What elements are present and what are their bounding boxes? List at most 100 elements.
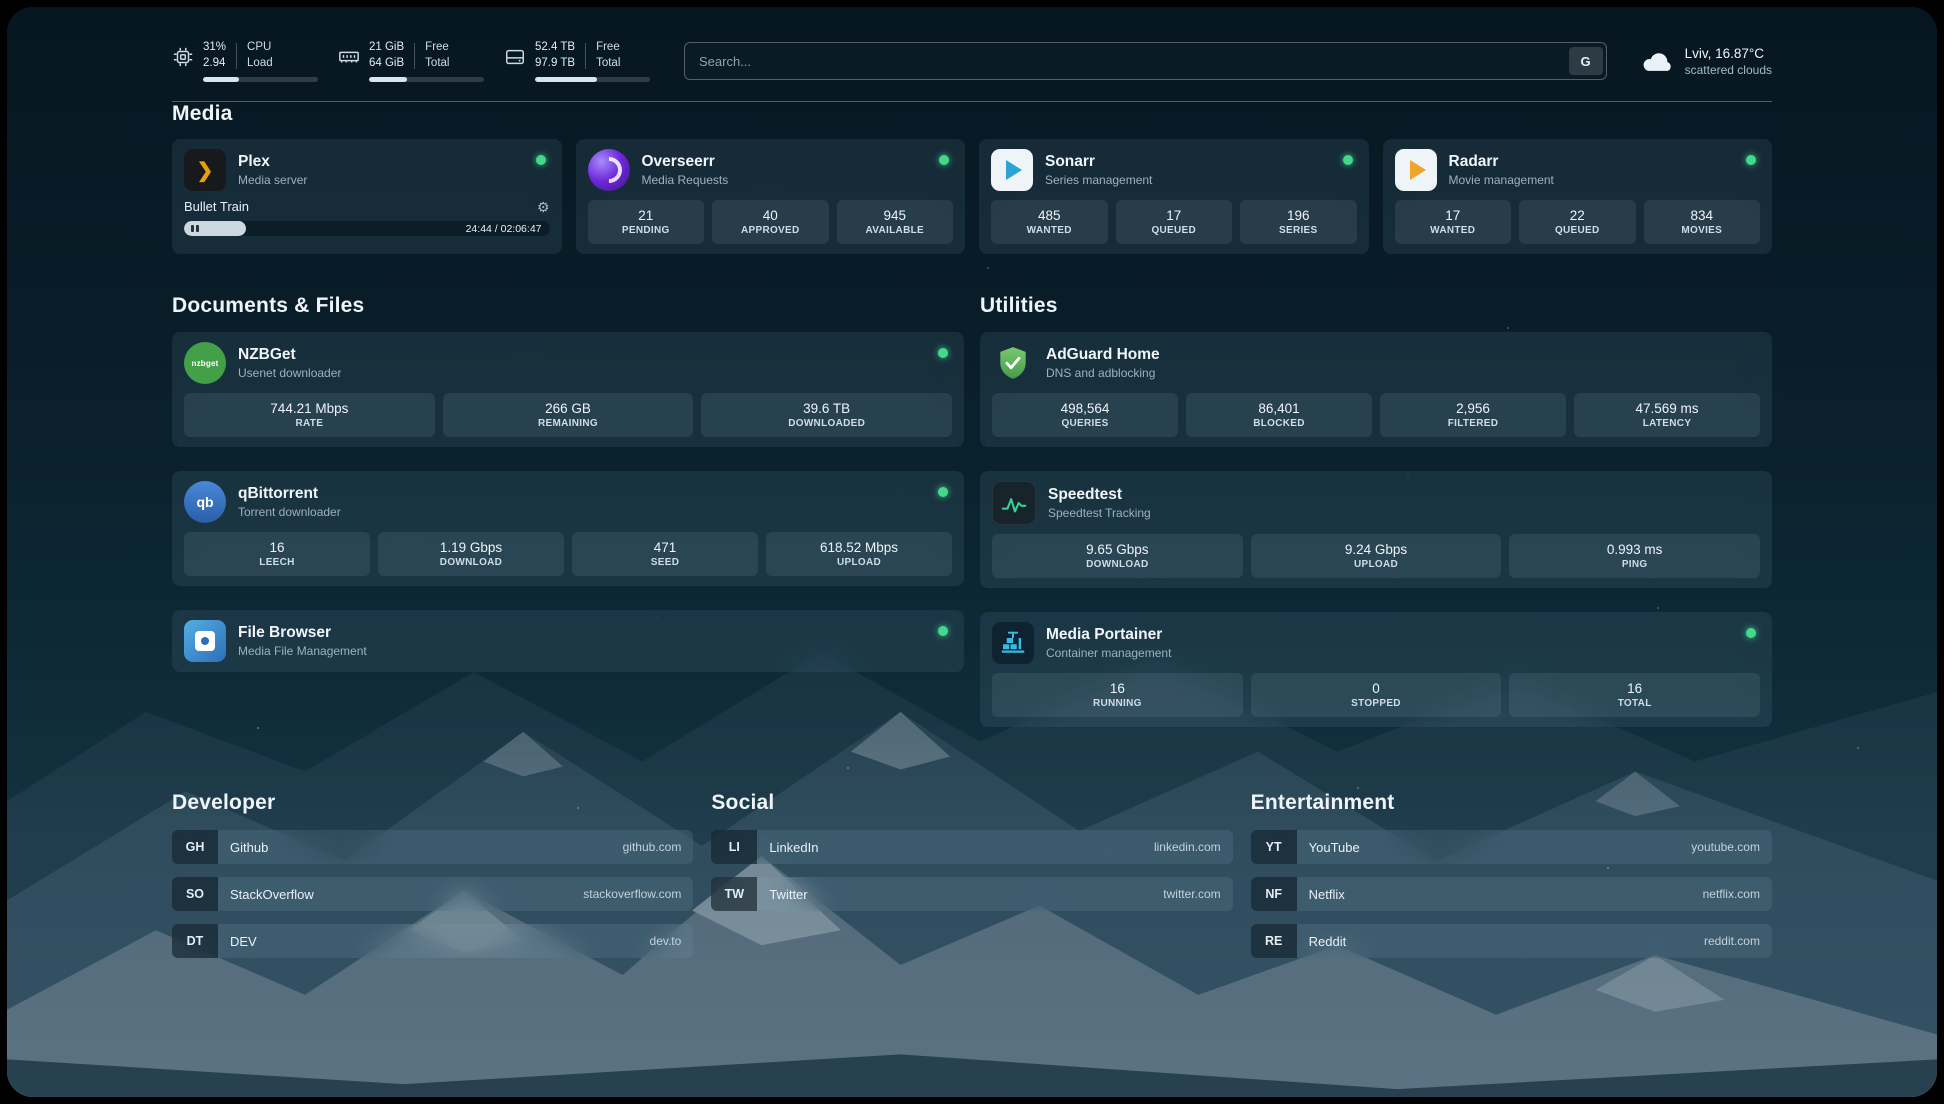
disk-free-label: Free (596, 40, 620, 56)
service-name: Speedtest (1048, 486, 1151, 504)
cpu-monitor: 31% 2.94 CPU Load (172, 40, 318, 81)
bookmark-name: Reddit (1309, 934, 1347, 949)
portainer-icon (992, 622, 1034, 664)
bookmark-url: reddit.com (1704, 934, 1760, 948)
filebrowser-icon (184, 620, 226, 662)
service-subtitle: Media Requests (642, 173, 729, 187)
bookmark-abbr: TW (711, 877, 757, 911)
search-provider-button[interactable]: G (1569, 47, 1603, 75)
disk-free-value: 52.4 TB (535, 40, 575, 56)
dashboard-window: 31% 2.94 CPU Load (7, 7, 1937, 1097)
stat-downloaded: 39.6 TBDOWNLOADED (701, 393, 952, 437)
service-subtitle: Usenet downloader (238, 366, 341, 380)
service-name: Overseerr (642, 153, 729, 171)
bookmarks-social: Social LI LinkedIn linkedin.com TW Twitt… (711, 791, 1232, 958)
weather-location: Lviv, 16.87°C (1685, 46, 1772, 61)
weather-widget[interactable]: Lviv, 16.87°C scattered clouds (1641, 46, 1772, 77)
status-dot (938, 626, 948, 636)
service-card-plex[interactable]: Plex Media server Bullet Train ⚙ 24:44 /… (172, 139, 562, 254)
overseerr-icon (588, 149, 630, 191)
bookmark-name: YouTube (1309, 840, 1360, 855)
service-card-filebrowser[interactable]: File Browser Media File Management (172, 610, 964, 672)
service-name: AdGuard Home (1046, 346, 1160, 364)
stat-pending: 21PENDING (588, 200, 705, 244)
disk-total-label: Total (596, 56, 620, 72)
service-name: File Browser (238, 624, 367, 642)
pause-button[interactable] (191, 225, 199, 232)
bookmarks-entertainment: Entertainment YT YouTube youtube.com NF … (1251, 791, 1772, 958)
bookmark-reddit[interactable]: RE Reddit reddit.com (1251, 924, 1772, 958)
bookmark-twitter[interactable]: TW Twitter twitter.com (711, 877, 1232, 911)
bookmark-url: github.com (623, 840, 682, 854)
service-name: qBittorrent (238, 485, 341, 503)
cpu-usage-percent: 31% (203, 40, 226, 56)
section-title-entertainment: Entertainment (1251, 791, 1772, 815)
bookmark-url: stackoverflow.com (583, 887, 681, 901)
service-card-nzbget[interactable]: nzbget NZBGet Usenet downloader 744.21 M… (172, 332, 964, 447)
settings-gear-icon[interactable]: ⚙ (537, 200, 550, 214)
service-card-sonarr[interactable]: Sonarr Series management 485WANTED 17QUE… (979, 139, 1369, 254)
divider (236, 43, 237, 69)
cpu-label: CPU (247, 40, 273, 56)
service-card-radarr[interactable]: Radarr Movie management 17WANTED 22QUEUE… (1383, 139, 1773, 254)
service-subtitle: Media File Management (238, 644, 367, 658)
cloud-icon (1641, 48, 1675, 74)
speedtest-icon (992, 481, 1036, 525)
bookmark-github[interactable]: GH Github github.com (172, 830, 693, 864)
sonarr-icon (991, 149, 1033, 191)
qbittorrent-icon: qb (184, 481, 226, 523)
service-card-adguard[interactable]: AdGuard Home DNS and adblocking 498,564Q… (980, 332, 1772, 447)
section-title-documents: Documents & Files (172, 294, 964, 318)
playback-progress-bar[interactable]: 24:44 / 02:06:47 (184, 221, 550, 236)
cpu-load-value: 2.94 (203, 56, 226, 72)
divider (414, 43, 415, 69)
bookmark-abbr: YT (1251, 830, 1297, 864)
search-input[interactable] (685, 54, 1566, 69)
bookmark-youtube[interactable]: YT YouTube youtube.com (1251, 830, 1772, 864)
status-dot (1746, 155, 1756, 165)
topbar: 31% 2.94 CPU Load (172, 37, 1772, 85)
stat-upload: 618.52 MbpsUPLOAD (766, 532, 952, 576)
service-card-overseerr[interactable]: Overseerr Media Requests 21PENDING 40APP… (576, 139, 966, 254)
bookmark-url: twitter.com (1163, 887, 1220, 901)
service-subtitle: Media server (238, 173, 307, 187)
ram-icon (338, 46, 360, 68)
bookmarks-developer: Developer GH Github github.com SO StackO… (172, 791, 693, 958)
bookmark-stackoverflow[interactable]: SO StackOverflow stackoverflow.com (172, 877, 693, 911)
cpu-icon (172, 46, 194, 68)
ram-free-label: Free (425, 40, 449, 56)
disk-icon (504, 46, 526, 68)
section-title-media: Media (172, 102, 1772, 126)
bookmark-netflix[interactable]: NF Netflix netflix.com (1251, 877, 1772, 911)
bookmark-linkedin[interactable]: LI LinkedIn linkedin.com (711, 830, 1232, 864)
bookmark-abbr: RE (1251, 924, 1297, 958)
stat-seed: 471SEED (572, 532, 758, 576)
service-subtitle: Torrent downloader (238, 505, 341, 519)
service-subtitle: Container management (1046, 646, 1171, 660)
service-card-portainer[interactable]: Media Portainer Container management 16R… (980, 612, 1772, 727)
status-dot (938, 487, 948, 497)
stat-queued: 22QUEUED (1519, 200, 1636, 244)
disk-total-value: 97.9 TB (535, 56, 575, 72)
stat-stopped: 0STOPPED (1251, 673, 1502, 717)
stat-movies: 834MOVIES (1644, 200, 1761, 244)
bookmark-dev[interactable]: DT DEV dev.to (172, 924, 693, 958)
radarr-icon (1395, 149, 1437, 191)
service-card-qbittorrent[interactable]: qb qBittorrent Torrent downloader 16LEEC… (172, 471, 964, 586)
service-card-speedtest[interactable]: Speedtest Speedtest Tracking 9.65 GbpsDO… (980, 471, 1772, 588)
documents-section: Documents & Files nzbget NZBGet Usenet d… (172, 294, 964, 672)
ram-total-label: Total (425, 56, 449, 72)
service-name: Sonarr (1045, 153, 1152, 171)
divider (585, 43, 586, 69)
stat-blocked: 86,401BLOCKED (1186, 393, 1372, 437)
service-subtitle: Series management (1045, 173, 1152, 187)
stat-filtered: 2,956FILTERED (1380, 393, 1566, 437)
bookmark-url: youtube.com (1691, 840, 1760, 854)
stat-total: 16TOTAL (1509, 673, 1760, 717)
bookmark-name: Netflix (1309, 887, 1345, 902)
service-subtitle: Movie management (1449, 173, 1554, 187)
playback-time: 24:44 / 02:06:47 (466, 223, 542, 235)
service-name: Media Portainer (1046, 626, 1171, 644)
service-name: Plex (238, 153, 307, 171)
bookmark-abbr: SO (172, 877, 218, 911)
